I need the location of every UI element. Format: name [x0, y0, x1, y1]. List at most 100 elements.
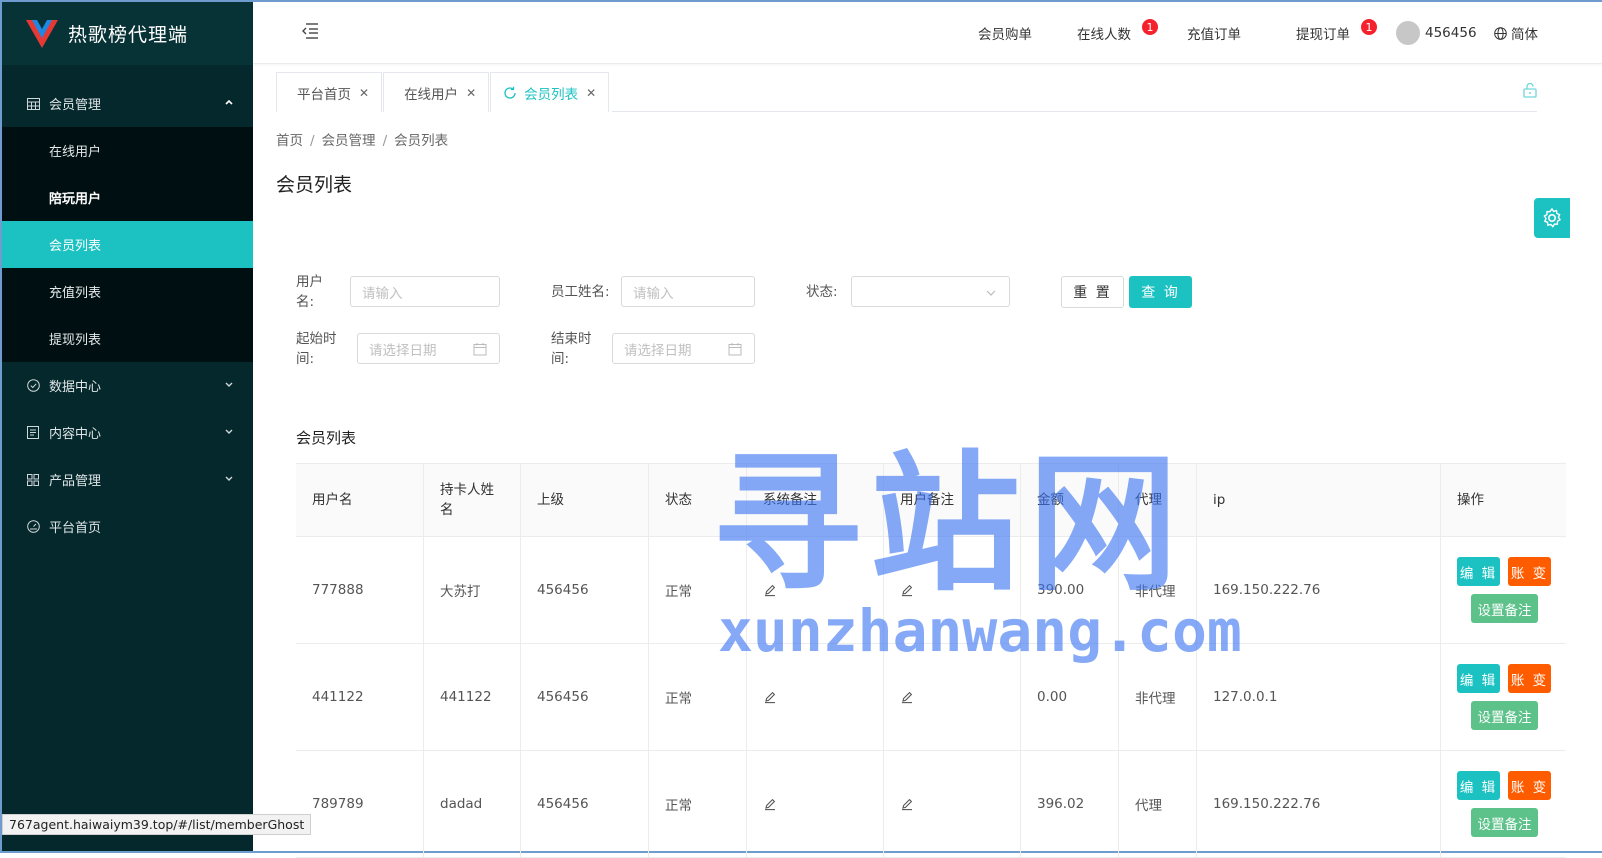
cell-agent: 代理: [1119, 751, 1197, 857]
browser-status-url: 767agent.haiwaiym39.top/#/list/memberGho…: [2, 814, 312, 835]
close-icon[interactable]: ✕: [359, 86, 369, 100]
nav-label: 提现订单: [1296, 27, 1350, 43]
tab-label: 平台首页: [297, 86, 351, 103]
start-time-label: 起始时 间:: [296, 331, 337, 367]
refresh-icon[interactable]: [503, 86, 517, 100]
cell-user-note: [884, 751, 1021, 857]
breadcrumb-home[interactable]: 首页: [276, 133, 303, 149]
edit-pencil-icon[interactable]: [900, 797, 914, 811]
cell-parent: 456456: [521, 537, 649, 643]
withdraw-orders-badge: 1: [1360, 18, 1378, 36]
edit-pencil-icon[interactable]: [763, 690, 777, 704]
close-icon[interactable]: ✕: [466, 86, 476, 100]
sidebar-item-label: 充值列表: [49, 286, 102, 301]
calendar-icon: [728, 343, 742, 356]
set-note-button[interactable]: 设置备注: [1471, 701, 1538, 730]
tabs-divider: [612, 111, 1537, 112]
nav-label: 充值订单: [1187, 27, 1241, 43]
menu-product-management[interactable]: 产品管理: [2, 456, 253, 503]
breadcrumb-member-mgmt[interactable]: 会员管理: [322, 133, 376, 149]
sidebar-menu: 会员管理 在线用户 陪玩用户 会员列表 充值列表 提现列表 数据中心 内容中心 …: [2, 80, 253, 550]
end-time-label: 结束时 间:: [551, 331, 592, 367]
tab-online-users[interactable]: 在线用户 ✕: [383, 72, 490, 112]
logo-area[interactable]: 热歌榜代理端: [2, 2, 253, 65]
menu-label: 数据中心: [49, 380, 102, 395]
menu-fold-icon[interactable]: [301, 23, 319, 39]
sidebar-item-recharge-list[interactable]: 充值列表: [2, 268, 253, 315]
watermark-domain: xunzhanwang.com: [718, 597, 1242, 665]
sidebar-item-label: 在线用户: [49, 145, 102, 160]
col-username: 用户名: [296, 464, 424, 536]
tab-member-list[interactable]: 会员列表 ✕: [490, 72, 610, 112]
cell-system-note: [747, 751, 884, 857]
menu-member-management[interactable]: 会员管理: [2, 80, 253, 127]
query-button[interactable]: 查 询: [1129, 276, 1192, 308]
table-row: 789789 dadad 456456 正常 396.02 代理 169.150…: [296, 751, 1566, 858]
watermark-text: 寻站网: [712, 438, 1187, 612]
settings-gear-button[interactable]: [1534, 198, 1570, 238]
document-icon: [26, 426, 40, 440]
cell-cardholder: dadad: [424, 751, 521, 857]
table-icon: [26, 97, 40, 111]
sidebar: 热歌榜代理端 会员管理 在线用户 陪玩用户 会员列表 充值列表 提现列表 数据中…: [2, 2, 253, 851]
unlock-icon[interactable]: [1522, 82, 1538, 98]
avatar[interactable]: [1396, 21, 1420, 45]
username-input[interactable]: 请输入: [350, 276, 500, 307]
cell-username: 777888: [296, 537, 424, 643]
sidebar-item-member-list[interactable]: 会员列表: [2, 221, 253, 268]
account-change-button[interactable]: 账 变: [1508, 557, 1551, 586]
tab-label: 在线用户: [404, 86, 459, 103]
status-select[interactable]: [851, 276, 1010, 307]
nav-online-count[interactable]: 在线人数: [1077, 2, 1131, 64]
nav-withdraw-orders[interactable]: 提现订单: [1296, 2, 1350, 64]
menu-data-center[interactable]: 数据中心: [2, 362, 253, 409]
breadcrumb-current: 会员列表: [394, 133, 449, 149]
chevron-down-icon: [223, 378, 235, 390]
cell-operations: 编 辑账 变 设置备注: [1441, 537, 1566, 643]
cell-operations: 编 辑账 变 设置备注: [1441, 751, 1566, 857]
nav-label: 会员购单: [978, 27, 1032, 43]
online-count-badge: 1: [1141, 18, 1159, 36]
set-note-button[interactable]: 设置备注: [1471, 808, 1538, 837]
staff-name-input[interactable]: 请输入: [621, 276, 755, 307]
account-change-button[interactable]: 账 变: [1508, 771, 1551, 800]
start-date-picker[interactable]: 请选择日期: [357, 333, 500, 364]
status-label: 状态:: [806, 284, 838, 300]
tab-platform-home[interactable]: 平台首页 ✕: [276, 72, 383, 112]
cell-cardholder: 441122: [424, 644, 521, 750]
grid-icon: [26, 473, 40, 487]
menu-label: 内容中心: [49, 427, 102, 442]
edit-button[interactable]: 编 辑: [1457, 771, 1500, 800]
menu-content-center[interactable]: 内容中心: [2, 409, 253, 456]
sidebar-item-companion-users[interactable]: 陪玩用户: [2, 174, 253, 221]
date-placeholder: 请选择日期: [624, 342, 692, 359]
col-ip: ip: [1197, 464, 1441, 536]
col-operations: 操作: [1457, 492, 1484, 508]
edit-pencil-icon[interactable]: [900, 690, 914, 704]
language-switcher[interactable]: 简体: [1494, 2, 1538, 64]
col-parent: 上级: [521, 464, 649, 536]
sidebar-item-label: 提现列表: [49, 333, 102, 348]
user-menu[interactable]: 456456: [1425, 2, 1477, 64]
menu-platform-home[interactable]: 平台首页: [2, 503, 253, 550]
cell-username: 441122: [296, 644, 424, 750]
edit-pencil-icon[interactable]: [763, 797, 777, 811]
table-section-title: 会员列表: [296, 429, 357, 447]
nav-member-purchase[interactable]: 会员购单: [978, 2, 1032, 64]
edit-button[interactable]: 编 辑: [1457, 664, 1500, 693]
close-icon[interactable]: ✕: [586, 86, 596, 100]
username-label: 456456: [1425, 25, 1477, 41]
account-change-button[interactable]: 账 变: [1508, 664, 1551, 693]
sidebar-item-withdraw-list[interactable]: 提现列表: [2, 315, 253, 362]
set-note-button[interactable]: 设置备注: [1471, 594, 1538, 623]
menu-label: 平台首页: [49, 521, 102, 536]
cell-parent: 456456: [521, 751, 649, 857]
reset-button[interactable]: 重 置: [1061, 276, 1124, 308]
nav-recharge-orders[interactable]: 充值订单: [1187, 2, 1241, 64]
edit-button[interactable]: 编 辑: [1457, 557, 1500, 586]
end-date-picker[interactable]: 请选择日期: [612, 333, 755, 364]
page-tabs: 平台首页 ✕ 在线用户 ✕ 会员列表 ✕: [276, 72, 610, 112]
cell-cardholder: 大苏打: [424, 537, 521, 643]
sidebar-item-online-users[interactable]: 在线用户: [2, 127, 253, 174]
staff-name-label: 员工姓名:: [551, 284, 610, 300]
